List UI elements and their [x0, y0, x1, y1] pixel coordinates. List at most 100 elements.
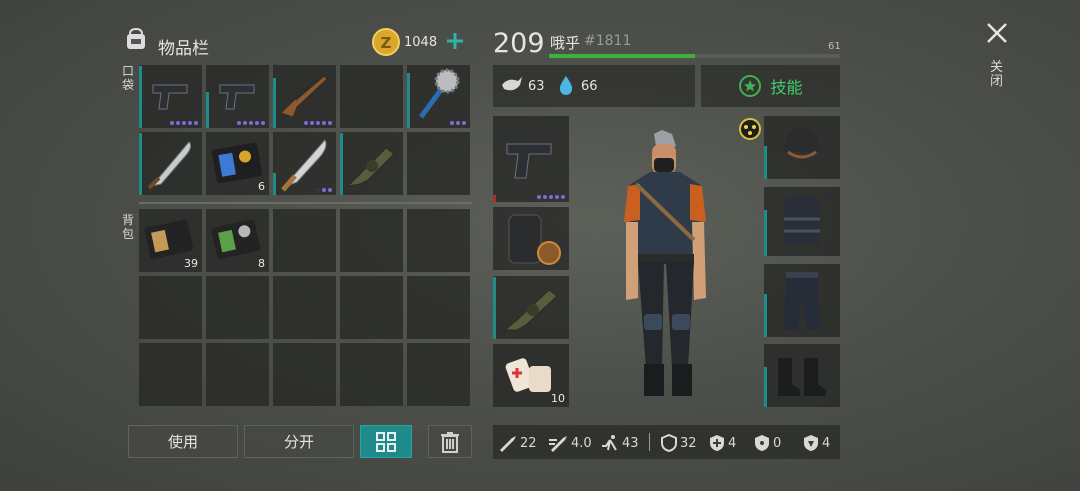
backpack-slot-empty[interactable]	[340, 209, 403, 272]
item-count: 8	[258, 257, 265, 270]
toxic-shield-icon	[804, 435, 818, 451]
pistol-icon	[152, 84, 188, 110]
skills-button[interactable]: 技能	[701, 65, 840, 107]
cold-shield-icon	[710, 435, 724, 451]
item-count: 10	[551, 392, 565, 405]
backpack-slot-1[interactable]: 39	[139, 209, 202, 272]
backpack-label: 背包	[122, 213, 135, 241]
pocket-slot-grenade-launcher[interactable]	[340, 132, 403, 195]
pocket-slot-shotgun[interactable]	[273, 65, 336, 128]
player-character	[606, 128, 724, 408]
equip-slot-helmet[interactable]	[764, 116, 840, 179]
rarity-dots	[237, 121, 265, 125]
backpack-slot-empty[interactable]	[206, 343, 269, 406]
backpack-slot-empty[interactable]	[407, 276, 470, 339]
backpack-slot-empty[interactable]	[340, 276, 403, 339]
stat-attack: 22	[498, 434, 537, 452]
stat-move-value: 43	[622, 435, 639, 451]
stat-armor-value: 32	[680, 435, 697, 451]
stat-move: 43	[600, 434, 639, 452]
svg-text:Z: Z	[381, 34, 392, 52]
backpack-gear-icon	[508, 214, 561, 265]
pocket-slot-pistol-1[interactable]	[139, 65, 202, 128]
pocket-slot-empty[interactable]	[340, 65, 403, 128]
body-armor-icon	[784, 195, 820, 245]
backpack-slot-2[interactable]: 8	[206, 209, 269, 272]
equip-slot-sidearm[interactable]	[493, 116, 569, 202]
grid-icon	[376, 431, 396, 452]
inventory-title: 物品栏	[158, 39, 209, 59]
backpack-slot-empty[interactable]	[139, 276, 202, 339]
backpack-slot-empty[interactable]	[407, 209, 470, 272]
backpack-icon	[123, 26, 149, 56]
blade-icon	[281, 139, 327, 192]
equip-slot-pants[interactable]	[764, 264, 840, 337]
machete-icon	[147, 141, 192, 190]
saw-mace-icon	[418, 68, 460, 119]
hunger-value: 63	[528, 79, 545, 94]
add-coins-button[interactable]	[444, 30, 466, 56]
pistol-icon	[219, 84, 255, 110]
coin-count: 1048	[404, 35, 438, 50]
split-button[interactable]: 分开	[244, 425, 354, 458]
backpack-slot-empty[interactable]	[273, 343, 336, 406]
boots-icon	[778, 358, 826, 396]
grenade-launcher-icon	[503, 289, 558, 331]
stat-toxic-value: 4	[822, 435, 831, 451]
pocket-slot-machete[interactable]	[139, 132, 202, 195]
rarity-dots	[304, 121, 332, 125]
pocket-slot-blade[interactable]	[273, 132, 336, 195]
close-button[interactable]	[986, 22, 1008, 48]
close-label[interactable]: 关闭	[990, 61, 1004, 89]
trash-button[interactable]	[428, 425, 472, 458]
stat-cold-value: 4	[728, 435, 737, 451]
xp-value: 61	[828, 41, 841, 52]
equip-slot-armor[interactable]	[764, 187, 840, 256]
pistol-icon	[506, 143, 552, 179]
stat-speed-value: 4.0	[571, 435, 592, 451]
emote-icon[interactable]	[739, 118, 761, 144]
helmet-icon	[784, 128, 820, 159]
player-id: #1811	[584, 33, 632, 49]
pocket-slot-empty[interactable]	[407, 132, 470, 195]
pants-icon	[784, 272, 820, 330]
backpack-slot-empty[interactable]	[273, 209, 336, 272]
use-button[interactable]: 使用	[128, 425, 238, 458]
trash-icon	[441, 431, 459, 453]
pockets-label: 口袋	[122, 64, 135, 92]
rarity-dots	[316, 188, 332, 192]
running-icon	[602, 435, 617, 451]
backpack-slot-empty[interactable]	[340, 343, 403, 406]
rarity-dots	[450, 121, 466, 125]
item-count: 6	[258, 180, 265, 193]
sword-icon	[500, 436, 516, 452]
shield-icon	[661, 434, 677, 452]
hunger-icon	[500, 75, 524, 99]
thirst-value: 66	[581, 79, 598, 94]
item-count: 39	[184, 257, 198, 270]
equip-slot-consumable[interactable]: 10	[493, 344, 569, 407]
close-icon	[987, 23, 1007, 43]
sort-grid-button[interactable]	[360, 425, 412, 458]
xp-bar-fill	[549, 54, 695, 58]
skills-label: 技能	[770, 78, 803, 97]
stat-radiation-value: 0	[773, 435, 782, 451]
rarity-dots	[170, 121, 198, 125]
equip-slot-backpack[interactable]	[493, 207, 569, 270]
pocket-slot-saw-mace[interactable]	[407, 65, 470, 128]
equip-slot-primary[interactable]	[493, 276, 569, 339]
backpack-slot-empty[interactable]	[407, 343, 470, 406]
backpack-slot-empty[interactable]	[206, 276, 269, 339]
attack-speed-icon	[549, 436, 567, 452]
xp-bar-track	[549, 54, 840, 58]
stats-divider	[649, 433, 650, 451]
player-name: 哦乎	[550, 34, 581, 52]
stat-speed: 4.0	[549, 434, 592, 452]
equip-slot-boots[interactable]	[764, 344, 840, 407]
player-level: 209	[493, 28, 545, 59]
pocket-slot-pistol-2[interactable]	[206, 65, 269, 128]
backpack-slot-empty[interactable]	[273, 276, 336, 339]
star-badge-icon	[739, 75, 762, 97]
backpack-slot-empty[interactable]	[139, 343, 202, 406]
pocket-slot-police-id[interactable]: 6	[206, 132, 269, 195]
